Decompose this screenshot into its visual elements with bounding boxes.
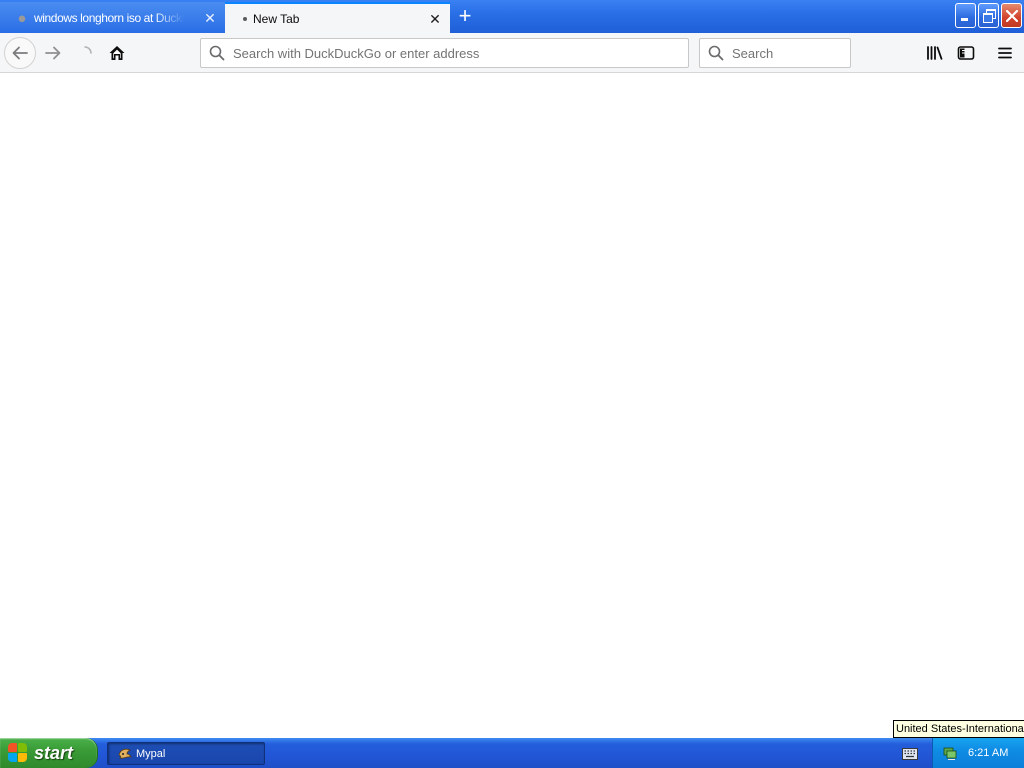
tab-loading-icon [14, 9, 30, 26]
minimize-button[interactable] [955, 3, 976, 28]
tab-title: New Tab [253, 11, 300, 26]
url-bar[interactable] [200, 38, 689, 68]
home-button[interactable] [102, 37, 132, 69]
url-input[interactable] [231, 40, 688, 66]
library-button[interactable] [920, 37, 950, 69]
tab-close-icon[interactable]: ✕ [203, 11, 217, 25]
forward-button[interactable] [38, 37, 68, 69]
page-content[interactable] [0, 73, 1024, 738]
back-arrow-icon [12, 46, 28, 60]
search-bar[interactable] [699, 38, 908, 68]
tab-close-icon[interactable]: ✕ [428, 12, 442, 26]
close-icon [1006, 10, 1018, 22]
taskbar: start Mypal 6:21 AM [0, 738, 1024, 768]
clock[interactable]: 6:21 AM [968, 747, 1008, 759]
reload-button[interactable] [70, 37, 100, 69]
tab-title: windows longhorn iso at DuckDuckGo [34, 10, 184, 25]
search-icon [201, 39, 231, 67]
mypal-icon [118, 747, 132, 761]
keyboard-icon[interactable] [902, 747, 918, 760]
search-input[interactable] [730, 40, 908, 66]
home-icon [109, 46, 125, 60]
sidebar-button[interactable] [951, 37, 981, 69]
taskbar-app-label: Mypal [136, 747, 166, 760]
forward-arrow-icon [45, 46, 61, 60]
language-tooltip: United States-International [893, 720, 1024, 738]
navigation-toolbar [0, 33, 1024, 73]
network-icon[interactable] [942, 745, 958, 761]
tab-new-tab[interactable]: New Tab ✕ [225, 2, 450, 33]
search-icon [700, 39, 730, 67]
library-icon [927, 46, 943, 60]
back-button[interactable] [4, 37, 36, 69]
new-tab-button[interactable]: + [452, 4, 478, 30]
tab-dot-icon [243, 16, 247, 21]
minimize-icon [961, 18, 968, 21]
tab-strip: windows longhorn iso at DuckDuckGo ✕ New… [0, 0, 1024, 33]
menu-button[interactable] [990, 37, 1020, 69]
hamburger-menu-icon [998, 47, 1012, 59]
close-window-button[interactable] [1001, 3, 1022, 28]
windows-logo-icon [8, 743, 28, 763]
start-button[interactable]: start [0, 738, 98, 768]
system-tray: 6:21 AM [932, 738, 1024, 768]
reload-icon [84, 46, 92, 54]
taskbar-app-mypal[interactable]: Mypal [107, 742, 265, 765]
start-label: start [34, 742, 74, 763]
sidebar-icon [957, 46, 975, 60]
restore-button[interactable] [978, 3, 999, 28]
tab-duckduckgo-search[interactable]: windows longhorn iso at DuckDuckGo ✕ [0, 2, 225, 33]
